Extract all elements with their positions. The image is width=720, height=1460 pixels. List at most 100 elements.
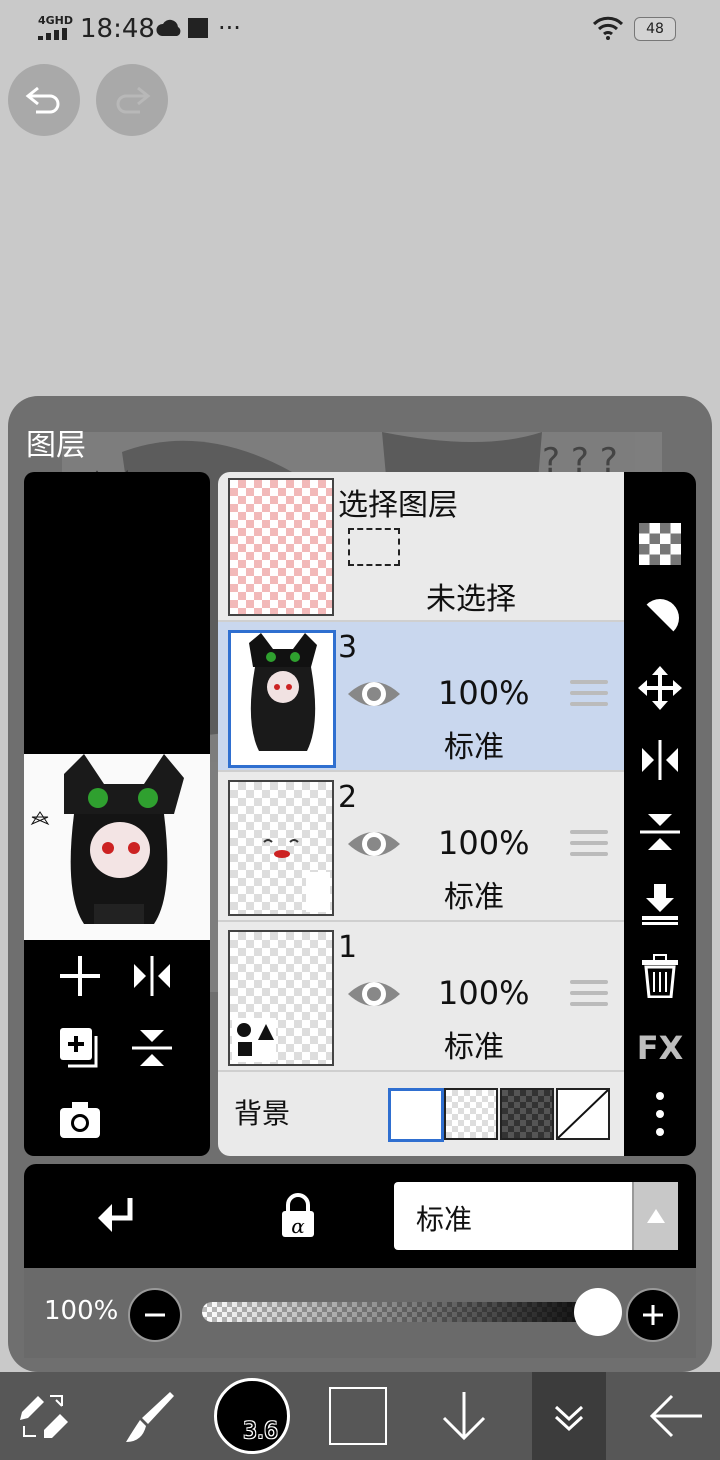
background-dark-swatch[interactable]	[500, 1088, 554, 1140]
layer-number: 2	[338, 780, 358, 815]
layer-opacity: 100%	[438, 974, 530, 1012]
opacity-increase-button[interactable]	[626, 1288, 680, 1342]
brush-tool-button[interactable]	[104, 1372, 192, 1460]
dropdown-arrow-icon[interactable]	[632, 1182, 678, 1250]
drag-handle-icon[interactable]	[570, 680, 608, 713]
flip-horizontal-icon	[642, 740, 678, 780]
move-button[interactable]	[634, 662, 686, 714]
layer-number: 3	[338, 630, 358, 665]
flip-layer-horizontal-button[interactable]	[634, 734, 686, 786]
redo-button[interactable]	[96, 64, 168, 136]
network-indicator: 4GHD	[38, 14, 74, 27]
fx-button[interactable]: FX	[634, 1022, 686, 1074]
add-layer-button[interactable]	[54, 950, 106, 1002]
flip-horizontal-button[interactable]	[126, 950, 178, 1002]
visibility-eye-icon[interactable]	[346, 824, 402, 864]
opacity-label: 100%	[44, 1296, 119, 1326]
more-vertical-icon	[656, 1092, 664, 1136]
flip-vertical-icon	[640, 814, 680, 850]
merge-down-button[interactable]	[634, 878, 686, 930]
wifi-icon	[592, 16, 624, 40]
color-button[interactable]	[320, 1372, 396, 1460]
layer-row-1[interactable]: 1 100% 标准	[218, 922, 624, 1072]
circle-slash-icon	[640, 599, 679, 638]
flip-horizontal-icon	[134, 956, 170, 996]
background-none-swatch[interactable]	[556, 1088, 610, 1140]
background-white-swatch[interactable]	[388, 1088, 444, 1142]
preview-art	[24, 754, 210, 940]
visibility-eye-icon[interactable]	[346, 674, 402, 714]
back-button[interactable]	[632, 1372, 720, 1460]
opacity-slider-knob[interactable]	[574, 1288, 622, 1336]
layer-row-2[interactable]: 2 100% 标准	[218, 772, 624, 922]
blend-mode-value: 标准	[416, 1203, 473, 1236]
layer-opacity: 100%	[438, 674, 530, 712]
clipping-button[interactable]	[634, 592, 686, 644]
brush-size-value: 3.6	[243, 1419, 278, 1444]
more-notifications: ···	[218, 14, 241, 42]
camera-button[interactable]	[54, 1094, 106, 1146]
layer-blend-mode: 标准	[444, 880, 504, 915]
layer-thumbnail	[228, 780, 334, 916]
current-color-swatch	[329, 1387, 387, 1445]
brush-size-preview: 3.6	[214, 1378, 290, 1454]
brush-icon	[126, 1392, 174, 1442]
layer-number: 1	[338, 930, 358, 965]
brush-size-button[interactable]: 3.6	[212, 1372, 292, 1460]
battery-indicator: 48	[634, 17, 676, 41]
arrow-left-icon	[649, 1394, 702, 1438]
delete-layer-button[interactable]	[634, 950, 686, 1002]
status-bar: 4GHD 18:48 ··· 48	[0, 0, 720, 60]
alpha-lock-icon: α	[282, 1193, 314, 1238]
notification-icon	[188, 18, 208, 38]
download-arrow-button[interactable]	[420, 1372, 508, 1460]
more-menu-button[interactable]	[634, 1088, 686, 1140]
undo-button[interactable]	[8, 64, 80, 136]
selection-layer-title: 选择图层	[338, 488, 458, 523]
background-transparent-swatch[interactable]	[444, 1088, 498, 1140]
minus-icon	[145, 1313, 165, 1317]
redo-icon	[116, 86, 151, 114]
opacity-decrease-button[interactable]	[128, 1288, 182, 1342]
flip-vertical-button[interactable]	[126, 1022, 178, 1074]
trash-icon	[642, 954, 678, 998]
layer-blend-mode: 标准	[444, 1030, 504, 1065]
tool-switch-button[interactable]	[0, 1372, 88, 1460]
pen-eraser-swap-icon	[20, 1395, 68, 1438]
duplicate-layer-button[interactable]	[54, 1022, 106, 1074]
return-arrow-icon	[98, 1198, 133, 1232]
layer-thumbnail	[228, 630, 336, 768]
selection-layer-row[interactable]: 选择图层 未选择	[218, 472, 624, 622]
double-chevron-down-icon	[554, 1405, 584, 1432]
clock: 18:48	[80, 14, 155, 44]
signal-icon	[38, 28, 67, 40]
layer-row-3[interactable]: 3 100% 标准	[218, 622, 624, 772]
canvas-preview[interactable]	[24, 754, 210, 940]
alpha-lock-button[interactable]: α	[272, 1190, 324, 1242]
undo-icon	[25, 86, 60, 114]
clip-down-button[interactable]	[90, 1190, 142, 1242]
bottom-toolbar: 3.6	[0, 1372, 720, 1460]
checkerboard-icon	[639, 523, 681, 565]
layer-right-toolbar: FX	[624, 472, 696, 1156]
drag-handle-icon[interactable]	[570, 830, 608, 863]
opacity-slider[interactable]	[202, 1302, 612, 1322]
visibility-eye-icon[interactable]	[346, 974, 402, 1014]
drag-handle-icon[interactable]	[570, 980, 608, 1013]
plus-icon	[643, 1305, 663, 1325]
layer-thumbnail	[228, 930, 334, 1066]
layer-blend-mode: 标准	[444, 730, 504, 765]
checker-clear-button[interactable]	[634, 518, 686, 570]
flip-layer-vertical-button[interactable]	[634, 806, 686, 858]
cloud-icon	[156, 19, 181, 36]
duplicate-icon	[60, 1028, 98, 1068]
camera-icon	[60, 1102, 100, 1138]
background-row: 背景	[218, 1068, 624, 1156]
collapse-panel-button[interactable]	[532, 1372, 606, 1460]
merge-down-icon	[642, 884, 678, 925]
selection-thumbnail	[228, 478, 334, 616]
layer-opacity: 100%	[438, 824, 530, 862]
selection-status: 未选择	[426, 582, 516, 617]
background-label: 背景	[234, 1097, 291, 1130]
blend-mode-select[interactable]: 标准	[394, 1182, 678, 1250]
